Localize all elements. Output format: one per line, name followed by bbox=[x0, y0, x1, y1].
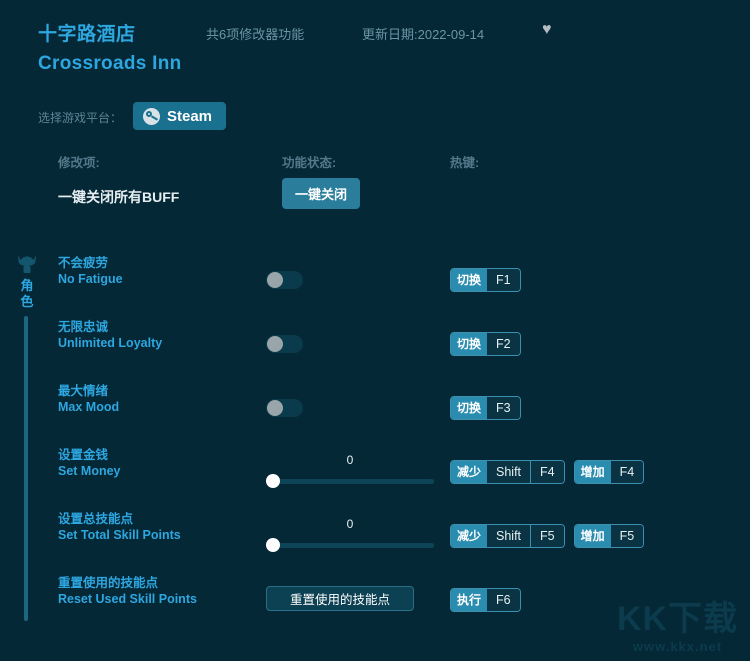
cheat-toggle[interactable] bbox=[266, 335, 303, 353]
cheat-name-en: Set Total Skill Points bbox=[58, 528, 181, 542]
hotkey-action: 执行 bbox=[451, 589, 488, 611]
cheat-name-cn: 设置金钱 bbox=[58, 448, 109, 462]
cheat-toggle[interactable] bbox=[266, 399, 303, 417]
hotkey-pill-decrease[interactable]: 减少 Shift F4 bbox=[450, 460, 565, 484]
cheat-row: 最大情绪 Max Mood 切换 F3 bbox=[0, 383, 750, 447]
hotkey-key: F2 bbox=[487, 333, 520, 355]
column-header-status: 功能状态: bbox=[282, 156, 337, 170]
toggle-knob bbox=[267, 400, 283, 416]
cheat-name-cn: 重置使用的技能点 bbox=[58, 576, 159, 590]
cheat-name-cn: 设置总技能点 bbox=[58, 512, 134, 526]
cheat-hotkeys: 减少 Shift F4 增加 F4 bbox=[450, 460, 645, 484]
cheat-action-button[interactable]: 重置使用的技能点 bbox=[266, 586, 414, 611]
slider-value: 0 bbox=[346, 517, 354, 531]
platform-button-steam[interactable]: Steam bbox=[133, 102, 227, 130]
slider-track[interactable] bbox=[272, 479, 434, 484]
hotkey-key: F4 bbox=[530, 461, 564, 483]
cheat-name-en: No Fatigue bbox=[58, 272, 123, 286]
watermark-url: www.kkx.net bbox=[632, 639, 723, 654]
column-header-hotkey: 热键: bbox=[450, 156, 480, 170]
update-date: 更新日期:2022-09-14 bbox=[362, 27, 485, 42]
cheat-name-en: Max Mood bbox=[58, 400, 120, 414]
hotkey-key: F1 bbox=[487, 269, 520, 291]
hotkey-pill[interactable]: 切换 F2 bbox=[450, 332, 521, 356]
hotkey-pill[interactable]: 切换 F1 bbox=[450, 268, 521, 292]
hotkey-key: F4 bbox=[610, 461, 644, 483]
cheat-name-cn: 无限忠诚 bbox=[58, 320, 109, 334]
hotkey-action: 切换 bbox=[451, 269, 488, 291]
toggle-knob bbox=[267, 336, 283, 352]
slider-track[interactable] bbox=[272, 543, 434, 548]
hotkey-action: 切换 bbox=[451, 333, 488, 355]
cheat-hotkeys: 切换 F1 bbox=[450, 268, 521, 292]
hotkey-action: 减少 bbox=[451, 461, 488, 483]
game-title-cn: 十字路酒店 bbox=[38, 24, 136, 45]
steam-icon bbox=[143, 107, 160, 125]
cheat-row-names: 设置总技能点 Set Total Skill Points bbox=[58, 511, 258, 544]
cheat-name-cn: 不会疲劳 bbox=[58, 256, 109, 270]
cheat-hotkeys: 减少 Shift F5 增加 F5 bbox=[450, 524, 645, 548]
cheat-hotkeys: 切换 F3 bbox=[450, 396, 521, 420]
trainer-function-count: 共6项修改器功能 bbox=[206, 27, 305, 42]
cheat-row: 无限忠诚 Unlimited Loyalty 切换 F2 bbox=[0, 319, 750, 383]
hotkey-key: F5 bbox=[610, 525, 644, 547]
hotkey-pill[interactable]: 切换 F3 bbox=[450, 396, 521, 420]
hotkey-key: F3 bbox=[487, 397, 520, 419]
cheat-toggle[interactable] bbox=[266, 271, 303, 289]
cheat-row-names: 最大情绪 Max Mood bbox=[58, 383, 258, 416]
hotkey-action: 增加 bbox=[574, 525, 611, 547]
hotkey-pill-increase[interactable]: 增加 F5 bbox=[573, 524, 645, 548]
cheat-row-names: 重置使用的技能点 Reset Used Skill Points bbox=[58, 575, 258, 608]
hotkey-key: F5 bbox=[530, 525, 564, 547]
toggle-knob bbox=[267, 272, 283, 288]
cheat-row: 不会疲劳 No Fatigue 切换 F1 bbox=[0, 255, 750, 319]
platform-name: Steam bbox=[167, 107, 213, 125]
platform-selector-row: 选择游戏平台： Steam bbox=[0, 100, 750, 136]
cheat-slider[interactable]: 0 bbox=[266, 517, 434, 557]
watermark: KK下载 www.kkx.net bbox=[615, 599, 740, 655]
cheat-name-en: Unlimited Loyalty bbox=[58, 336, 163, 350]
master-disable-button[interactable]: 一键关闭 bbox=[282, 178, 360, 209]
cheat-name-en: Set Money bbox=[58, 464, 121, 478]
hotkey-action: 切换 bbox=[451, 397, 488, 419]
game-title-en: Crossroads Inn bbox=[38, 53, 182, 74]
slider-value: 0 bbox=[346, 453, 354, 467]
cheat-slider[interactable]: 0 bbox=[266, 453, 434, 493]
hotkey-key: Shift bbox=[487, 525, 531, 547]
hotkey-pill-decrease[interactable]: 减少 Shift F5 bbox=[450, 524, 565, 548]
cheat-row-names: 不会疲劳 No Fatigue bbox=[58, 255, 258, 288]
hotkey-action: 减少 bbox=[451, 525, 488, 547]
master-disable-row: 一键关闭所有BUFF 一键关闭 bbox=[0, 178, 750, 218]
hotkey-key: F6 bbox=[487, 589, 520, 611]
cheat-row-names: 设置金钱 Set Money bbox=[58, 447, 258, 480]
favorite-heart-icon[interactable]: ♥ bbox=[542, 21, 552, 39]
column-header-item: 修改项: bbox=[58, 156, 100, 170]
master-disable-label: 一键关闭所有BUFF bbox=[58, 189, 180, 205]
platform-label: 选择游戏平台： bbox=[38, 111, 123, 125]
cheat-row: 设置金钱 Set Money 0 减少 Shift F4 增加 F4 bbox=[0, 447, 750, 511]
slider-thumb[interactable] bbox=[266, 474, 280, 488]
cheat-row-names: 无限忠诚 Unlimited Loyalty bbox=[58, 319, 258, 352]
slider-thumb[interactable] bbox=[266, 538, 280, 552]
cheat-name-cn: 最大情绪 bbox=[58, 384, 109, 398]
cheat-hotkeys: 切换 F2 bbox=[450, 332, 521, 356]
hotkey-action: 增加 bbox=[574, 461, 611, 483]
watermark-logo: KK下载 bbox=[616, 600, 739, 638]
hotkey-key: Shift bbox=[487, 461, 531, 483]
cheat-hotkeys: 执行 F6 bbox=[450, 588, 521, 612]
cheat-row: 设置总技能点 Set Total Skill Points 0 减少 Shift… bbox=[0, 511, 750, 575]
hotkey-pill[interactable]: 执行 F6 bbox=[450, 588, 521, 612]
app-header: 十字路酒店 Crossroads Inn 共6项修改器功能 更新日期:2022-… bbox=[0, 0, 750, 92]
cheat-name-en: Reset Used Skill Points bbox=[58, 592, 197, 606]
hotkey-pill-increase[interactable]: 增加 F4 bbox=[573, 460, 645, 484]
